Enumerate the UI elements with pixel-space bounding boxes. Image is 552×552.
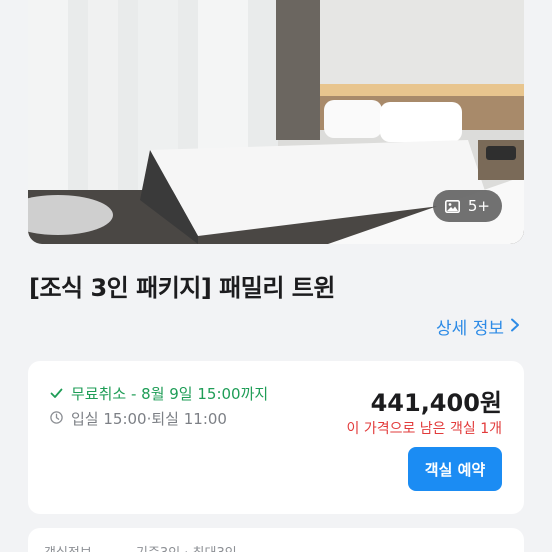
room-info-card: 객실정보 기준3인 · 최대3인 (28, 528, 524, 552)
free-cancel-row: 무료취소 - 8월 9일 15:00까지 (50, 383, 268, 404)
checkin-row: 입실 15:00·퇴실 11:00 (50, 408, 227, 429)
image-icon (444, 199, 460, 213)
clock-icon (50, 410, 63, 428)
room-title: [조식 3인 패키지] 패밀리 트윈 (29, 274, 335, 302)
room-photo[interactable]: 5+ (28, 0, 524, 244)
room-info-value: 기준3인 · 최대3인 (136, 542, 237, 552)
rooms-left-note: 이 가격으로 남은 객실 1개 (346, 421, 502, 437)
checkin-text: 입실 15:00·퇴실 11:00 (71, 410, 227, 428)
photo-count-label: 5+ (467, 197, 490, 215)
free-cancel-text: 무료취소 - 8월 9일 15:00까지 (71, 385, 269, 403)
detail-info-link[interactable]: 상세 정보 (436, 314, 520, 339)
photo-count-badge[interactable]: 5+ (432, 190, 502, 222)
chevron-right-icon (510, 317, 520, 337)
rate-offer-card: 무료취소 - 8월 9일 15:00까지 입실 15:00·퇴실 11:00 4… (28, 361, 524, 514)
check-icon (50, 385, 63, 403)
price: 441,400원 (370, 389, 502, 417)
room-info-label: 객실정보 (44, 542, 92, 552)
book-room-button[interactable]: 객실 예약 (408, 447, 502, 491)
detail-info-label: 상세 정보 (436, 319, 504, 339)
